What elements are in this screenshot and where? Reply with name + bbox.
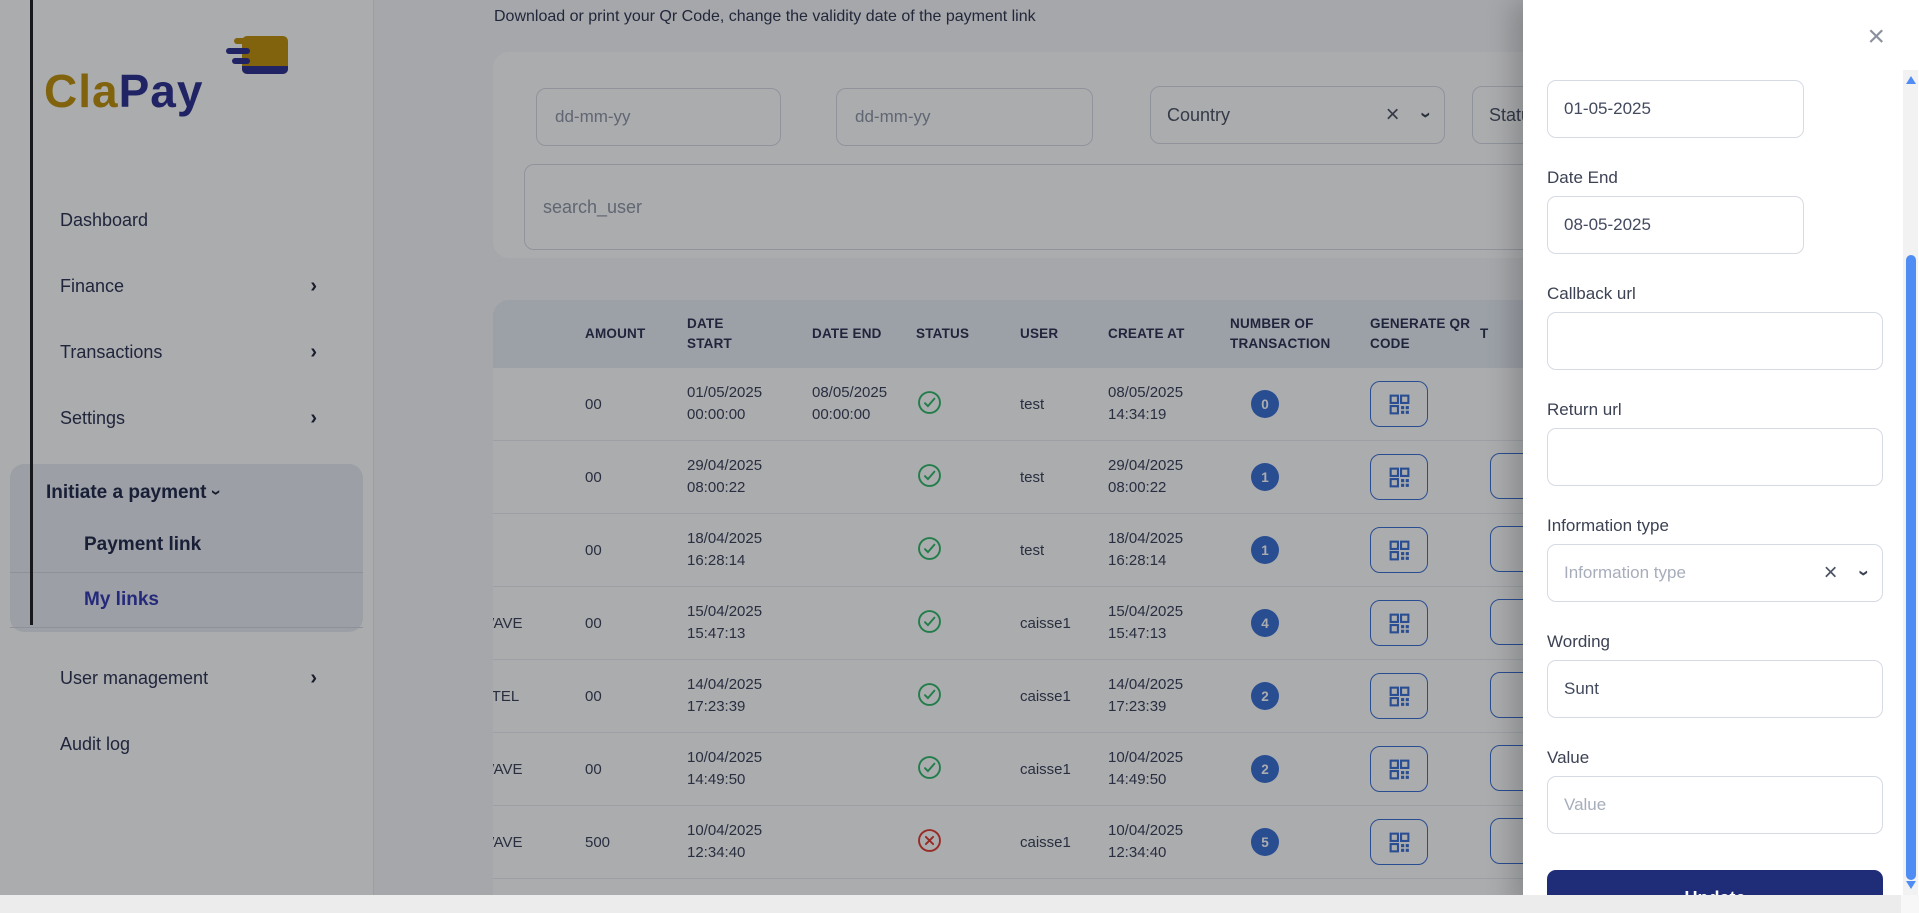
vertical-scrollbar-thumb[interactable] [1906, 255, 1916, 880]
edit-payment-link-drawer: × Date End Callback url Return url Infor… [1523, 0, 1919, 913]
wording-input[interactable] [1547, 660, 1883, 718]
horizontal-scrollbar-track[interactable] [0, 895, 1901, 913]
return-url-label: Return url [1547, 400, 1885, 420]
information-type-placeholder: Information type [1564, 563, 1824, 583]
chevron-down-icon[interactable]: › [1852, 570, 1874, 576]
callback-url-label: Callback url [1547, 284, 1885, 304]
scroll-down-arrow-icon[interactable] [1906, 881, 1916, 889]
close-icon[interactable]: × [1867, 22, 1885, 52]
return-url-input[interactable] [1547, 428, 1883, 486]
scrollbar-corner [1901, 895, 1919, 913]
value-label: Value [1547, 748, 1885, 768]
scroll-up-arrow-icon[interactable] [1906, 76, 1916, 84]
date-end-label: Date End [1547, 168, 1885, 188]
drawer-date-end-input[interactable] [1547, 196, 1804, 254]
information-type-label: Information type [1547, 516, 1885, 536]
app-root: ClaPay Dashboard Finance › Transactions … [0, 0, 1919, 913]
drawer-date-start-input[interactable] [1547, 80, 1804, 138]
wording-label: Wording [1547, 632, 1885, 652]
callback-url-input[interactable] [1547, 312, 1883, 370]
vertical-scrollbar-track[interactable] [1903, 70, 1918, 895]
value-input[interactable] [1547, 776, 1883, 834]
drawer-body: Date End Callback url Return url Informa… [1523, 0, 1919, 913]
left-edge-line [30, 0, 33, 625]
modal-backdrop[interactable] [0, 0, 1523, 895]
clear-icon[interactable]: × [1824, 559, 1838, 587]
information-type-select[interactable]: Information type × › [1547, 544, 1883, 602]
